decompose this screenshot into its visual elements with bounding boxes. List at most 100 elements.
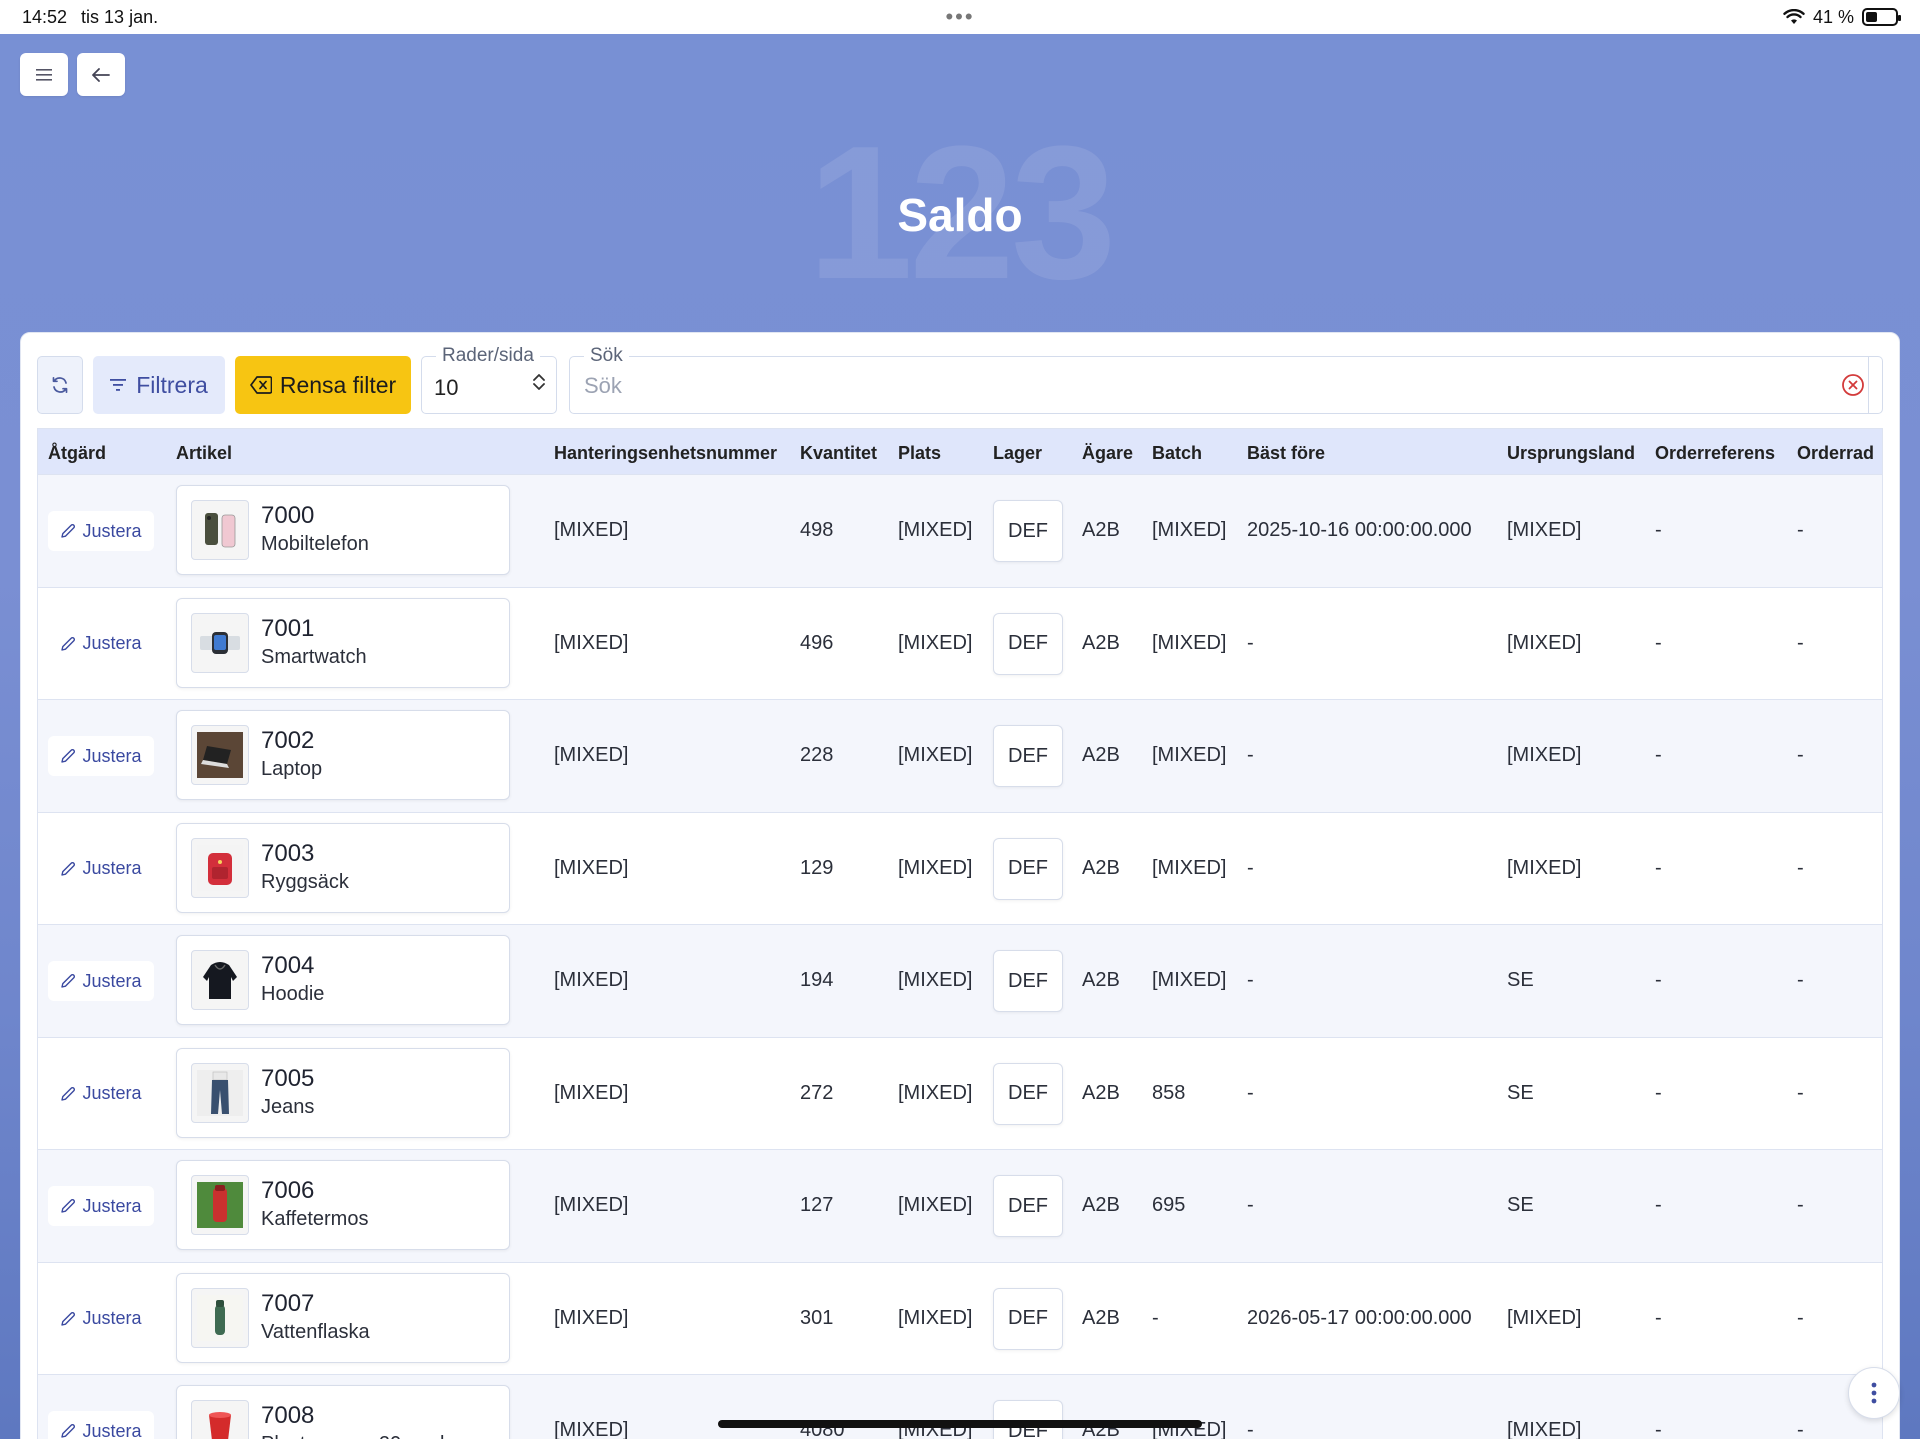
article-card[interactable]: 7005 Jeans bbox=[176, 1047, 510, 1138]
product-thumbnail bbox=[200, 631, 240, 654]
warehouse-button[interactable]: DEF bbox=[993, 1287, 1063, 1350]
table-row: Justera 7004 Hoodie [MIXED] 194 [MIXED] … bbox=[38, 924, 1882, 1037]
order-ref-cell: - bbox=[1655, 1419, 1662, 1439]
article-card[interactable]: 7006 Kaffetermos bbox=[176, 1160, 510, 1250]
adjust-button[interactable]: Justera bbox=[48, 1074, 154, 1114]
col-header-batch[interactable]: Batch bbox=[1152, 443, 1202, 464]
origin-cell: SE bbox=[1507, 1081, 1534, 1104]
article-number: 7008 bbox=[261, 1402, 315, 1429]
menu-button[interactable] bbox=[20, 53, 68, 96]
quantity-cell: 498 bbox=[800, 519, 834, 541]
col-header-order-row[interactable]: Orderrad bbox=[1797, 443, 1874, 464]
origin-cell: SE bbox=[1507, 1194, 1534, 1216]
back-button[interactable] bbox=[77, 53, 125, 96]
article-image bbox=[191, 837, 249, 898]
multitasking-dots-icon[interactable]: ••• bbox=[945, 4, 974, 30]
pencil-icon bbox=[61, 861, 76, 876]
order-ref-cell: - bbox=[1655, 1081, 1662, 1104]
search-clear-button[interactable] bbox=[1823, 356, 1883, 414]
order-ref-cell: - bbox=[1655, 1306, 1662, 1329]
warehouse-button[interactable]: DEF bbox=[993, 950, 1063, 1012]
warehouse-button[interactable]: DEF bbox=[993, 837, 1063, 900]
adjust-button[interactable]: Justera bbox=[48, 736, 154, 776]
best-before-cell: - bbox=[1247, 969, 1254, 991]
home-indicator[interactable] bbox=[718, 1420, 1202, 1428]
table-row: Justera 7001 Smartwatch [MIXED] 496 [MIX… bbox=[38, 586, 1882, 699]
order-ref-cell: - bbox=[1655, 1194, 1662, 1216]
more-actions-button[interactable] bbox=[1848, 1367, 1900, 1419]
adjust-button[interactable]: Justera bbox=[48, 511, 154, 551]
location-cell: [MIXED] bbox=[898, 856, 973, 879]
warehouse-button[interactable]: DEF bbox=[993, 725, 1063, 787]
adjust-button[interactable]: Justera bbox=[48, 624, 154, 664]
rows-per-page-label: Rader/sida bbox=[436, 345, 540, 367]
filter-label: Filtrera bbox=[136, 371, 208, 398]
warehouse-label: DEF bbox=[1008, 1194, 1048, 1217]
backspace-x-icon bbox=[249, 376, 272, 394]
warehouse-button[interactable]: DEF bbox=[993, 1062, 1063, 1125]
col-header-origin[interactable]: Ursprungsland bbox=[1507, 443, 1635, 464]
article-card[interactable]: 7004 Hoodie bbox=[176, 935, 510, 1025]
warehouse-button[interactable]: DEF bbox=[993, 500, 1063, 562]
col-header-quantity[interactable]: Kvantitet bbox=[800, 443, 877, 464]
battery-icon bbox=[1862, 8, 1901, 26]
pencil-icon bbox=[61, 1199, 76, 1213]
adjust-label: Justera bbox=[82, 1195, 142, 1216]
adjust-button[interactable]: Justera bbox=[48, 961, 154, 1001]
order-ref-cell: - bbox=[1655, 856, 1662, 879]
order-row-cell: - bbox=[1797, 1194, 1804, 1216]
warehouse-label: DEF bbox=[1008, 1307, 1048, 1329]
table-row: Justera 7006 Kaffetermos [MIXED] 127 [MI… bbox=[38, 1149, 1882, 1262]
order-ref-cell: - bbox=[1655, 519, 1662, 541]
order-ref-cell: - bbox=[1655, 969, 1662, 991]
location-cell: [MIXED] bbox=[898, 519, 973, 541]
col-header-best-before[interactable]: Bäst före bbox=[1247, 443, 1325, 464]
col-header-order-ref[interactable]: Orderreferens bbox=[1655, 443, 1775, 464]
batch-cell: 858 bbox=[1152, 1081, 1186, 1104]
origin-cell: [MIXED] bbox=[1507, 519, 1582, 541]
rows-per-page-select[interactable]: Rader/sida 10 bbox=[421, 345, 557, 414]
batch-cell: [MIXED] bbox=[1152, 856, 1227, 879]
rows-per-page-value: 10 bbox=[434, 375, 459, 400]
refresh-button[interactable] bbox=[37, 356, 83, 414]
product-thumbnail bbox=[197, 732, 243, 778]
filter-button[interactable]: Filtrera bbox=[93, 356, 225, 414]
search-input[interactable] bbox=[584, 369, 1844, 403]
article-card[interactable]: 7002 Laptop bbox=[176, 710, 510, 800]
clear-filter-button[interactable]: Rensa filter bbox=[235, 356, 411, 414]
pencil-icon bbox=[61, 636, 76, 651]
batch-cell: 695 bbox=[1152, 1194, 1186, 1216]
adjust-button[interactable]: Justera bbox=[48, 849, 154, 889]
article-image bbox=[191, 500, 249, 560]
col-header-article[interactable]: Artikel bbox=[176, 443, 232, 464]
main-panel: Filtrera Rensa filter Rader/sida 10 Sök bbox=[20, 332, 1900, 1439]
adjust-button[interactable]: Justera bbox=[48, 1186, 154, 1226]
pencil-icon bbox=[61, 749, 76, 763]
col-header-handling-unit[interactable]: Hanteringsenhetsnummer bbox=[554, 443, 777, 464]
product-thumbnail bbox=[197, 1182, 243, 1228]
col-header-location[interactable]: Plats bbox=[898, 443, 941, 464]
article-card[interactable]: 7008 Plastmuggar 20-pack bbox=[176, 1385, 510, 1439]
pencil-icon bbox=[61, 1086, 76, 1101]
col-header-warehouse[interactable]: Lager bbox=[993, 443, 1042, 464]
article-card[interactable]: 7001 Smartwatch bbox=[176, 597, 510, 688]
col-header-owner[interactable]: Ägare bbox=[1082, 443, 1133, 464]
origin-cell: [MIXED] bbox=[1507, 856, 1582, 879]
battery-percent: 41 % bbox=[1812, 6, 1854, 27]
col-header-action[interactable]: Åtgärd bbox=[48, 443, 106, 464]
best-before-cell: - bbox=[1247, 1419, 1254, 1439]
article-card[interactable]: 7007 Vattenflaska bbox=[176, 1272, 510, 1363]
adjust-button[interactable]: Justera bbox=[48, 1411, 154, 1439]
article-image bbox=[191, 950, 249, 1010]
warehouse-button[interactable]: DEF bbox=[993, 612, 1063, 675]
article-number: 7007 bbox=[261, 1289, 315, 1317]
status-left: 14:52 tis 13 jan. bbox=[22, 7, 158, 28]
warehouse-button[interactable]: DEF bbox=[993, 1175, 1063, 1237]
quantity-cell: 194 bbox=[800, 969, 834, 991]
batch-cell: - bbox=[1152, 1306, 1159, 1329]
adjust-button[interactable]: Justera bbox=[48, 1299, 154, 1339]
saldo-table: Åtgärd Artikel Hanteringsenhetsnummer Kv… bbox=[37, 428, 1883, 1439]
article-image bbox=[191, 612, 249, 673]
article-card[interactable]: 7003 Ryggsäck bbox=[176, 822, 510, 913]
article-card[interactable]: 7000 Mobiltelefon bbox=[176, 485, 510, 575]
